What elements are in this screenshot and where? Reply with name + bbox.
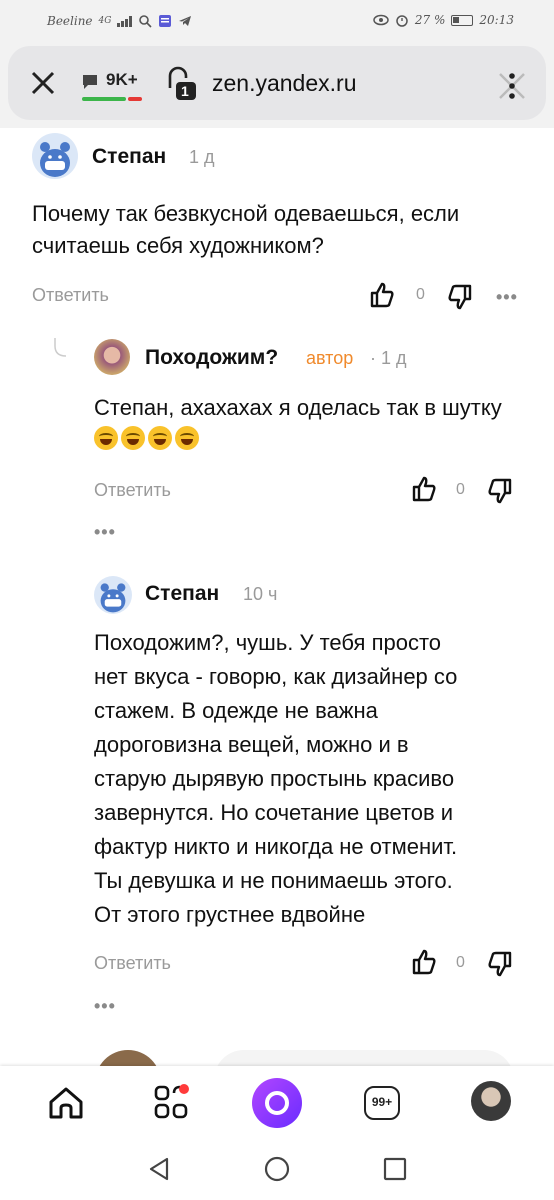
like-count: 0: [456, 954, 465, 971]
thumbs-up-icon[interactable]: [368, 281, 396, 309]
services-icon[interactable]: [152, 1083, 192, 1123]
author-badge: автор: [306, 348, 354, 368]
comment-text: Степан, ахахахах я оделась так в шутку: [94, 392, 514, 456]
comment-author[interactable]: Степан: [145, 582, 219, 606]
tabs-bar-green: [82, 97, 126, 101]
comment-line: дороговизна вещей, можно и в: [94, 732, 409, 757]
thread-connector: [54, 338, 67, 357]
clock: 20:13: [479, 13, 514, 27]
bear-avatar-icon: [100, 583, 126, 613]
thumbs-up-icon[interactable]: [410, 948, 438, 976]
alarm-icon: [396, 15, 408, 27]
rofl-emoji-icon: [121, 426, 145, 450]
comment-line: нет вкуса - говорю, как дизайнер со: [94, 664, 458, 689]
thumbs-up-icon[interactable]: [410, 475, 438, 503]
back-icon[interactable]: [145, 1155, 173, 1183]
thumbs-down-icon[interactable]: [446, 283, 474, 311]
search-status-icon: [139, 15, 153, 28]
rofl-emoji-icon: [94, 426, 118, 450]
thumbs-down-icon[interactable]: [486, 950, 514, 978]
like-count: 0: [416, 286, 425, 303]
status-right: 27 % 20:13: [373, 13, 514, 27]
lock-badge: 1: [181, 83, 189, 99]
more-button[interactable]: •••: [94, 996, 116, 1017]
battery-icon: [451, 14, 474, 26]
comment-line: От этого грустнее вдвойне: [94, 902, 366, 927]
telegram-icon: [179, 16, 192, 26]
comment-text-content: Степан, ахахахах я оделась так в шутку: [94, 395, 502, 420]
more-button[interactable]: •••: [94, 522, 116, 543]
comment-line: старую дырявую простынь красиво: [94, 766, 455, 791]
comment-age: 10 ч: [243, 584, 278, 604]
tabs-bar-red: [128, 97, 142, 101]
menu-icon[interactable]: [492, 66, 532, 106]
eye-icon: [373, 14, 389, 26]
rofl-emoji-icon: [148, 426, 172, 450]
comment-text: Походожим?, чушь. У тебя просто нет вкус…: [94, 626, 534, 932]
comment-age: 1 д: [189, 147, 215, 167]
comment-line: Ты девушка и не понимаешь этого.: [94, 868, 453, 893]
reply-button[interactable]: Ответить: [32, 285, 109, 306]
status-left: Beeline 4G: [47, 14, 192, 28]
carrier-label: Beeline: [47, 14, 93, 28]
comment-author[interactable]: Степан: [92, 145, 166, 169]
tabs-count: 9K+: [106, 70, 138, 89]
app-status-icon: [159, 15, 172, 27]
comment-text: Почему так безвкусной одеваешься, если с…: [32, 201, 460, 258]
avatar[interactable]: [94, 339, 130, 375]
profile-avatar[interactable]: [471, 1081, 511, 1121]
reply-button[interactable]: Ответить: [94, 953, 171, 974]
reply-button[interactable]: Ответить: [94, 480, 171, 501]
thumbs-down-icon[interactable]: [486, 477, 514, 505]
rofl-emoji-icon: [175, 426, 199, 450]
avatar[interactable]: [94, 576, 132, 614]
comment-age: · 1 д: [370, 348, 407, 368]
more-button[interactable]: •••: [496, 287, 518, 308]
tabs-counter-button[interactable]: 99+: [364, 1086, 400, 1120]
comment-line: завернутся. Но сочетание цветов и: [94, 800, 454, 825]
battery-percent: 27 %: [414, 13, 446, 27]
chat-bubble-icon: [83, 75, 97, 89]
alice-assistant-button[interactable]: [252, 1078, 302, 1128]
like-count: 0: [456, 481, 465, 498]
url-text[interactable]: zen.yandex.ru: [212, 70, 356, 97]
signal-icon: [117, 15, 133, 27]
recents-icon[interactable]: [381, 1155, 409, 1183]
home-icon[interactable]: [46, 1083, 86, 1123]
comment-line: фактур никто и никогда не отменит.: [94, 834, 458, 859]
home-circle-icon[interactable]: [263, 1155, 291, 1183]
network-label: 4G: [98, 16, 112, 26]
page-info-icon[interactable]: 1: [164, 66, 200, 102]
bear-avatar-icon: [40, 142, 70, 177]
tabs-button[interactable]: 9K+: [80, 68, 144, 101]
comment-line: стажем. В одежде не важна: [94, 698, 378, 723]
comment-author[interactable]: Походожим?: [145, 346, 278, 370]
comment-line: Походожим?, чушь. У тебя просто: [94, 630, 442, 655]
close-icon[interactable]: [26, 66, 60, 100]
avatar[interactable]: [32, 133, 78, 179]
